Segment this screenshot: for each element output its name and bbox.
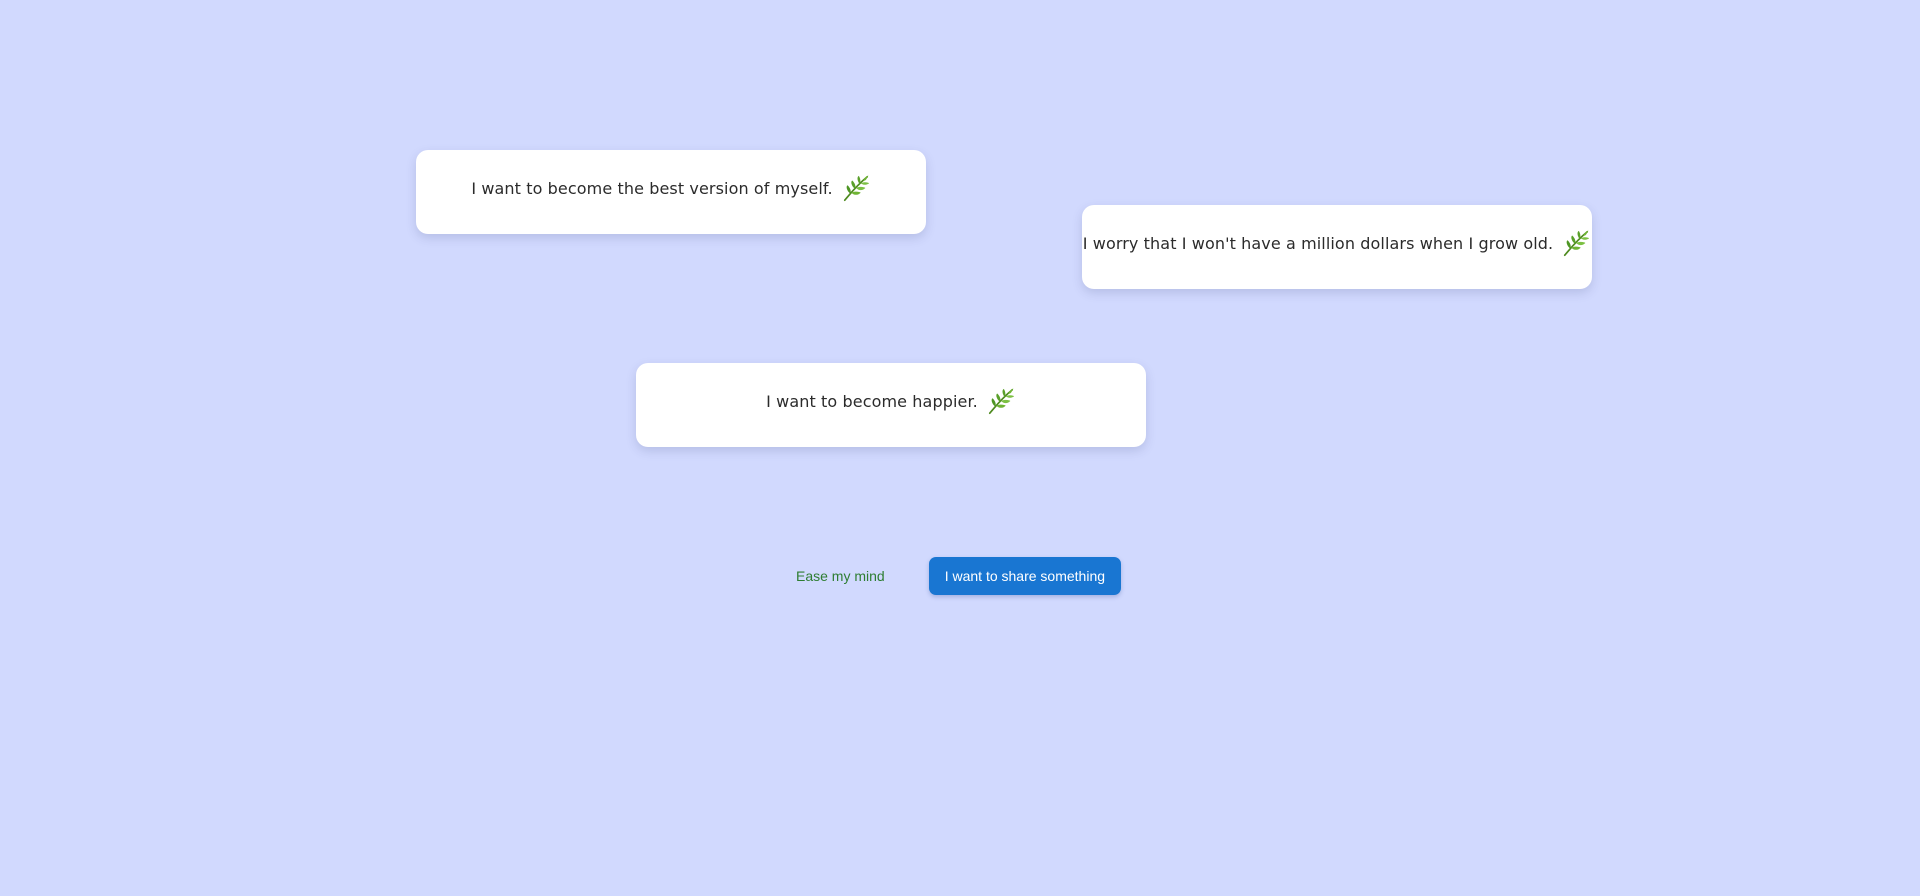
share-something-button[interactable]: I want to share something <box>928 557 1122 595</box>
leaf-icon <box>988 387 1014 415</box>
thought-text: I want to become the best version of mys… <box>471 178 833 198</box>
thought-card[interactable]: I want to become happier. <box>636 363 1146 447</box>
ease-my-mind-button[interactable]: Ease my mind <box>776 560 905 592</box>
thought-card[interactable]: I worry that I won't have a million doll… <box>1082 205 1592 289</box>
leaf-icon <box>843 174 869 202</box>
thought-card[interactable]: I want to become the best version of mys… <box>416 150 926 234</box>
thought-text: I worry that I won't have a million doll… <box>1082 233 1554 253</box>
action-bar: Ease my mind I want to share something <box>776 557 1122 595</box>
page-canvas: I want to become the best version of mys… <box>0 0 1920 896</box>
thought-text: I want to become happier. <box>766 391 978 411</box>
leaf-icon <box>1564 229 1590 257</box>
